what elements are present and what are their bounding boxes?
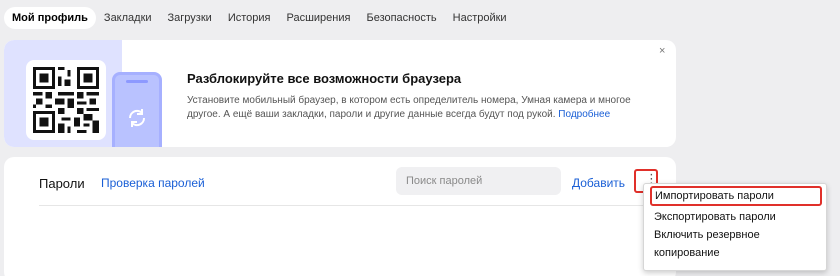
divider — [39, 205, 659, 206]
tab-extensions[interactable]: Расширения — [278, 7, 358, 29]
close-icon[interactable]: × — [659, 45, 665, 57]
password-search-input[interactable] — [396, 167, 561, 195]
mobile-promo-banner: Разблокируйте все возможности браузера У… — [4, 40, 676, 147]
phone-notch — [126, 80, 148, 83]
passwords-context-menu: Импортировать пароли Экспортировать паро… — [643, 183, 827, 271]
passwords-section: Пароли Проверка паролей Добавить ⋮ — [4, 157, 676, 276]
tab-bookmarks[interactable]: Закладки — [96, 7, 160, 29]
password-check-link[interactable]: Проверка паролей — [101, 176, 205, 190]
tab-settings[interactable]: Настройки — [445, 7, 515, 29]
sync-icon — [128, 109, 146, 127]
tab-my-profile[interactable]: Мой профиль — [4, 7, 96, 29]
qr-code-icon — [26, 60, 106, 140]
top-tabs: Мой профиль Закладки Загрузки История Ра… — [4, 6, 515, 30]
tab-security[interactable]: Безопасность — [358, 7, 444, 29]
tab-downloads[interactable]: Загрузки — [160, 7, 220, 29]
banner-more-link[interactable]: Подробнее — [558, 109, 610, 120]
tab-history[interactable]: История — [220, 7, 279, 29]
enable-backup-item[interactable]: Включить резервное копирование — [650, 226, 822, 259]
passwords-title: Пароли — [39, 176, 85, 191]
banner-illustration — [4, 40, 162, 147]
export-passwords-item[interactable]: Экспортировать пароли — [650, 208, 822, 228]
banner-title: Разблокируйте все возможности браузера — [187, 71, 462, 86]
phone-icon — [112, 72, 162, 147]
banner-description: Установите мобильный браузер, в котором … — [187, 94, 657, 122]
add-password-button[interactable]: Добавить — [572, 176, 625, 190]
import-passwords-item[interactable]: Импортировать пароли — [650, 186, 822, 206]
